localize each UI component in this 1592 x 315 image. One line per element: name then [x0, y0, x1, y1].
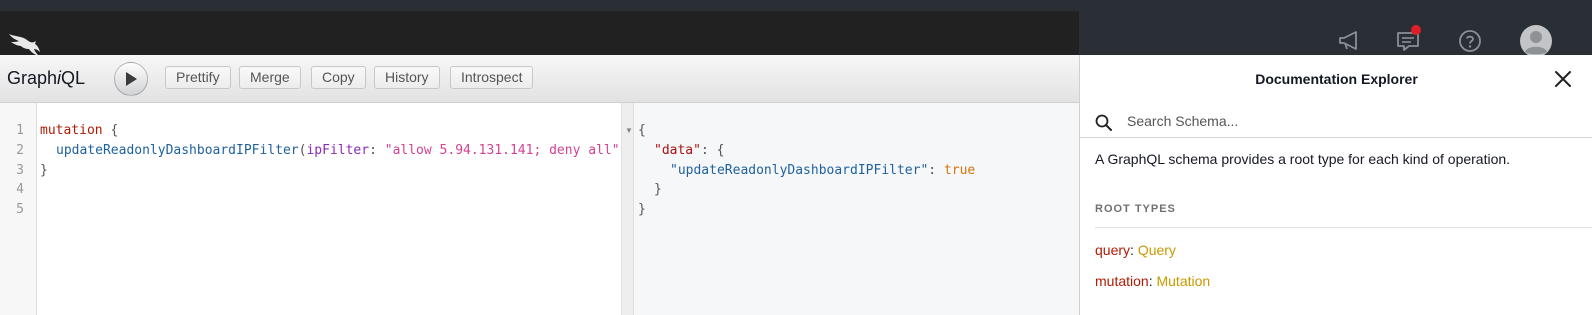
- colon-separator: :: [1130, 242, 1138, 258]
- top-strip: [0, 0, 1592, 11]
- copy-button[interactable]: Copy: [311, 66, 366, 89]
- message-icon[interactable]: [1392, 25, 1424, 57]
- help-circle-icon[interactable]: [1454, 25, 1486, 57]
- line-number: 5: [16, 202, 24, 217]
- play-icon: [126, 72, 137, 86]
- root-types-heading: ROOT TYPES: [1095, 203, 1176, 215]
- prettify-button[interactable]: Prettify: [165, 66, 231, 89]
- line-number-gutter: 1 2 3 4 5: [0, 103, 37, 315]
- merge-button[interactable]: Merge: [239, 66, 301, 89]
- line-number: 4: [16, 182, 24, 197]
- section-divider: [1095, 227, 1592, 228]
- user-avatar-icon[interactable]: [1520, 25, 1552, 57]
- punctuation-token: :: [369, 143, 385, 158]
- string-token: "allow 5.94.131.141; deny all": [384, 143, 620, 158]
- header-actions: [1079, 11, 1592, 57]
- punctuation-token: : {: [700, 143, 725, 158]
- punctuation-token: :: [928, 163, 944, 178]
- json-key: "data": [654, 143, 701, 158]
- type-link-mutation[interactable]: Mutation: [1156, 273, 1210, 289]
- close-icon[interactable]: [1554, 70, 1572, 88]
- docs-title: Documentation Explorer: [1255, 71, 1418, 87]
- result-line: {: [638, 123, 646, 138]
- result-line: "data": {: [654, 141, 724, 161]
- search-schema-input[interactable]: [1125, 109, 1569, 133]
- json-key: "updateReadonlyDashboardIPFilter": [670, 163, 929, 178]
- code-line: mutation {: [40, 121, 118, 141]
- result-line: }: [654, 182, 662, 197]
- root-type-row: query: Query: [1095, 242, 1176, 258]
- megaphone-icon[interactable]: [1334, 25, 1366, 57]
- line-number: 3: [16, 163, 24, 178]
- schema-search: [1080, 103, 1592, 138]
- query-editor[interactable]: 1 2 3 4 5 mutation { updateReadonlyDashb…: [0, 103, 627, 315]
- argument-token: ipFilter: [306, 143, 370, 158]
- root-type-row: mutation: Mutation: [1095, 273, 1210, 289]
- type-link-query[interactable]: Query: [1138, 242, 1176, 258]
- history-button[interactable]: History: [374, 66, 440, 89]
- search-icon: [1095, 114, 1112, 131]
- schema-description: A GraphQL schema provides a root type fo…: [1095, 151, 1511, 167]
- fold-marker-icon[interactable]: ▼: [625, 126, 633, 135]
- field-token: updateReadonlyDashboardIPFilter: [56, 143, 299, 158]
- code-line: }: [40, 163, 48, 178]
- keyword-token: mutation: [40, 123, 103, 138]
- result-line: "updateReadonlyDashboardIPFilter": true: [670, 161, 975, 181]
- line-number: 1: [16, 123, 24, 138]
- introspect-button[interactable]: Introspect: [450, 66, 534, 89]
- documentation-explorer: Documentation Explorer A GraphQL schema …: [1079, 55, 1592, 315]
- graphiql-toolbar: GraphiQL Prettify Merge Copy History Int…: [0, 55, 1079, 103]
- json-value: true: [943, 163, 976, 178]
- result-viewer: { "data": { "updateReadonlyDashboardIPFi…: [634, 103, 1079, 315]
- root-field-name: query: [1095, 242, 1131, 258]
- punctuation-token: {: [102, 123, 119, 138]
- app-header: [0, 11, 1079, 56]
- result-line: }: [638, 202, 646, 217]
- docs-header: Documentation Explorer: [1080, 55, 1592, 102]
- notification-badge: [1411, 25, 1421, 35]
- code-line: updateReadonlyDashboardIPFilter(ipFilter…: [56, 141, 627, 161]
- root-field-name: mutation: [1095, 273, 1149, 289]
- execute-query-button[interactable]: [114, 62, 148, 96]
- line-number: 2: [16, 143, 24, 158]
- graphiql-title: GraphiQL: [7, 68, 86, 88]
